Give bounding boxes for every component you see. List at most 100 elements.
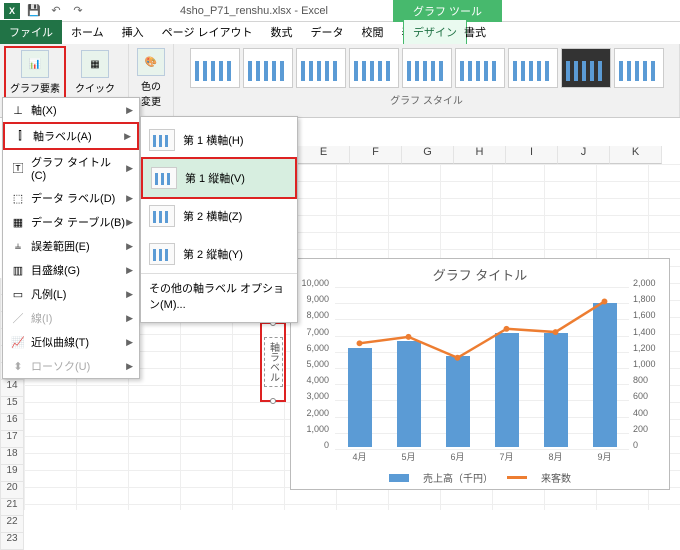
tab-page-layout[interactable]: ページ レイアウト <box>153 20 262 44</box>
x-tick-label: 5月 <box>401 450 415 463</box>
chart-styles-label: グラフ スタイル <box>390 90 463 107</box>
tab-data[interactable]: データ <box>302 20 353 44</box>
chart-title[interactable]: グラフ タイトル <box>291 259 669 290</box>
bar[interactable] <box>495 333 519 447</box>
tab-insert[interactable]: 挿入 <box>113 20 153 44</box>
style-thumb-4[interactable] <box>349 48 399 88</box>
x-tick-label: 8月 <box>548 450 562 463</box>
undo-icon[interactable]: ↶ <box>48 3 64 19</box>
row-header[interactable]: 15 <box>0 397 24 414</box>
chevron-right-icon: ▶ <box>126 241 133 252</box>
legend-swatch-bar <box>389 474 409 482</box>
bar[interactable] <box>544 333 568 447</box>
row-header[interactable]: 19 <box>0 465 24 482</box>
quick-access-toolbar: X 💾 ↶ ↷ <box>0 3 90 19</box>
row-header[interactable]: 18 <box>0 448 24 465</box>
menu-gridlines[interactable]: ▥目盛線(G)▶ <box>3 258 139 282</box>
menu-axis-labels[interactable]: ⫿軸ラベル(A)▶ <box>3 122 139 150</box>
style-thumb-6[interactable] <box>455 48 505 88</box>
menu-data-table[interactable]: ▦データ テーブル(B)▶ <box>3 210 139 234</box>
chevron-right-icon: ▶ <box>126 289 133 300</box>
tab-formulas[interactable]: 数式 <box>262 20 302 44</box>
redo-icon[interactable]: ↷ <box>70 3 86 19</box>
title-icon: 🅃 <box>9 161 27 175</box>
x-tick-label: 7月 <box>499 450 513 463</box>
row-header[interactable]: 16 <box>0 414 24 431</box>
chevron-right-icon: ▶ <box>126 313 133 324</box>
row-header[interactable]: 14 <box>0 380 24 397</box>
submenu-secondary-vertical[interactable]: 第 2 縦軸(Y) <box>141 235 297 273</box>
bar[interactable] <box>446 356 470 447</box>
column-headers: E F G H I J K <box>298 146 662 164</box>
row-header[interactable]: 22 <box>0 516 24 533</box>
submenu-primary-horizontal[interactable]: 第 1 横軸(H) <box>141 121 297 159</box>
chart-legend[interactable]: 売上高（千円） 来客数 <box>291 470 669 485</box>
chevron-right-icon: ▶ <box>126 265 133 276</box>
col-header[interactable]: H <box>454 146 506 164</box>
row-header[interactable]: 23 <box>0 533 24 550</box>
title-bar: X 💾 ↶ ↷ 4sho_P71_renshu.xlsx - Excel グラフ… <box>0 0 680 22</box>
axis-label-text[interactable]: 軸ラベル <box>264 337 283 387</box>
bar[interactable] <box>397 341 421 447</box>
chart-element-icon: 📊 <box>21 50 49 78</box>
col-header[interactable]: F <box>350 146 402 164</box>
bar-series[interactable] <box>335 287 629 447</box>
chevron-right-icon: ▶ <box>126 361 133 372</box>
bar[interactable] <box>593 303 617 447</box>
col-header[interactable]: I <box>506 146 558 164</box>
style-thumb-3[interactable] <box>296 48 346 88</box>
data-label-icon: ⬚ <box>9 191 27 205</box>
style-thumb-2[interactable] <box>243 48 293 88</box>
change-colors-label: 色の 変更 <box>141 78 161 108</box>
error-bars-icon: ⫨ <box>9 239 27 253</box>
embedded-chart[interactable]: グラフ タイトル 01,0002,0003,0004,0005,0006,000… <box>290 258 670 490</box>
menu-chart-title[interactable]: 🅃グラフ タイトル(C)▶ <box>3 150 139 186</box>
col-header[interactable]: G <box>402 146 454 164</box>
col-header[interactable]: E <box>298 146 350 164</box>
chevron-right-icon: ▶ <box>126 337 133 348</box>
axis-label-textbox-selected[interactable]: 軸ラベル <box>260 322 286 402</box>
x-tick-label: 4月 <box>352 450 366 463</box>
chart-style-gallery[interactable] <box>188 46 666 90</box>
legend-label-line: 来客数 <box>541 470 571 485</box>
axis-h1-icon <box>149 129 175 151</box>
submenu-primary-vertical[interactable]: 第 1 縦軸(V) <box>141 157 297 199</box>
bar[interactable] <box>348 348 372 447</box>
submenu-secondary-horizontal[interactable]: 第 2 横軸(Z) <box>141 197 297 235</box>
tab-file[interactable]: ファイル <box>0 20 62 44</box>
menu-error-bars[interactable]: ⫨誤差範囲(E)▶ <box>3 234 139 258</box>
window-title: 4sho_P71_renshu.xlsx - Excel <box>180 5 328 17</box>
menu-data-labels[interactable]: ⬚データ ラベル(D)▶ <box>3 186 139 210</box>
resize-handle[interactable] <box>270 398 276 404</box>
menu-axes[interactable]: ⊥軸(X)▶ <box>3 98 139 122</box>
style-thumb-9[interactable] <box>614 48 664 88</box>
axis-v1-icon <box>151 167 177 189</box>
legend-swatch-line <box>507 476 527 479</box>
style-thumb-5[interactable] <box>402 48 452 88</box>
save-icon[interactable]: 💾 <box>26 3 42 19</box>
menu-legend[interactable]: ▭凡例(L)▶ <box>3 282 139 306</box>
updown-icon: ⬍ <box>9 359 27 373</box>
tab-home[interactable]: ホーム <box>62 20 113 44</box>
col-header[interactable]: K <box>610 146 662 164</box>
menu-trendline[interactable]: 📈近似曲線(T)▶ <box>3 330 139 354</box>
row-header[interactable]: 17 <box>0 431 24 448</box>
chevron-right-icon: ▶ <box>126 217 133 228</box>
tab-review[interactable]: 校閲 <box>353 20 393 44</box>
style-thumb-1[interactable] <box>190 48 240 88</box>
x-axis-labels: 4月5月6月7月8月9月 <box>335 450 629 463</box>
style-thumb-7[interactable] <box>508 48 558 88</box>
axis-labels-submenu: 第 1 横軸(H) 第 1 縦軸(V) 第 2 横軸(Z) 第 2 縦軸(Y) … <box>140 116 298 323</box>
tab-format[interactable]: 書式 <box>455 20 495 44</box>
lines-icon: ／ <box>9 311 27 325</box>
col-header[interactable]: J <box>558 146 610 164</box>
x-tick-label: 9月 <box>597 450 611 463</box>
ribbon-tabs: ファイル ホーム 挿入 ページ レイアウト 数式 データ 校閲 表示 デザイン … <box>0 22 680 44</box>
axes-icon: ⊥ <box>9 103 27 117</box>
style-thumb-8[interactable] <box>561 48 611 88</box>
row-header[interactable]: 20 <box>0 482 24 499</box>
trendline-icon: 📈 <box>9 335 27 349</box>
submenu-more-options[interactable]: その他の軸ラベル オプション(M)... <box>141 273 297 318</box>
chevron-right-icon: ▶ <box>126 105 133 116</box>
row-header[interactable]: 21 <box>0 499 24 516</box>
